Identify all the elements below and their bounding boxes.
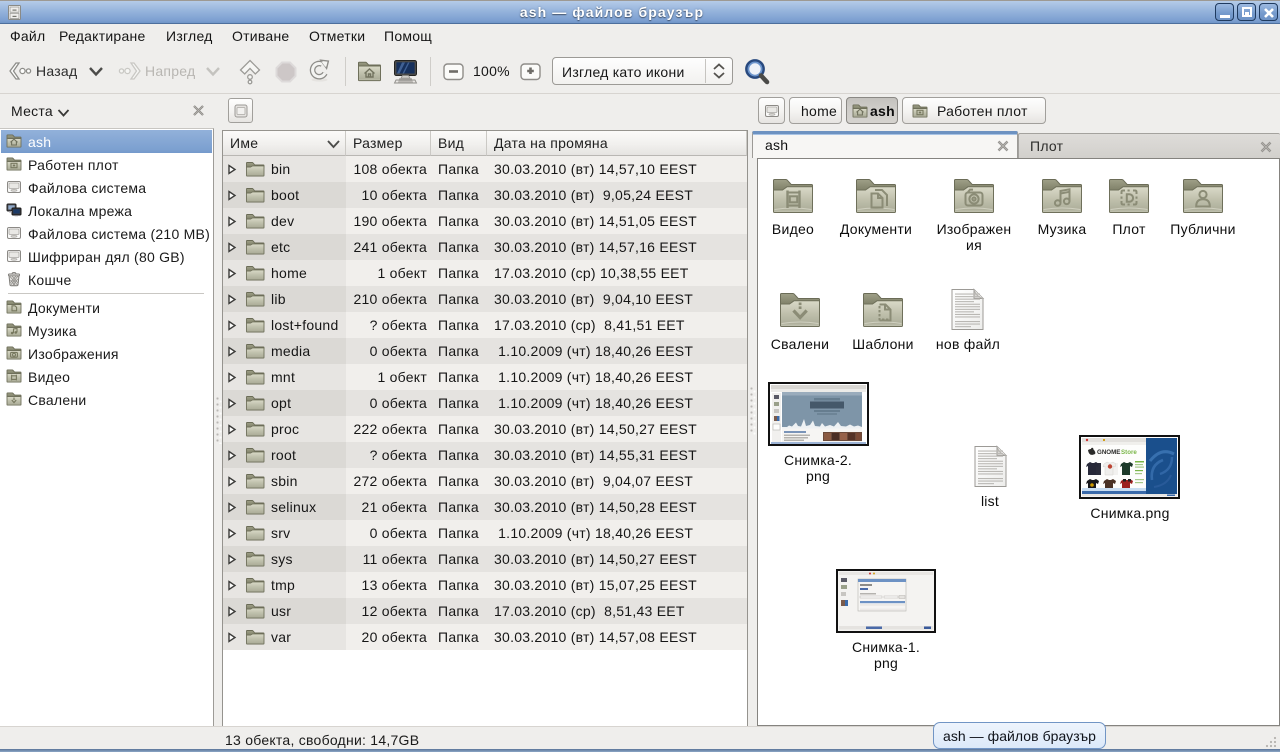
- svg-text:Store: Store: [1121, 449, 1137, 456]
- svg-text:GNOME: GNOME: [1097, 449, 1120, 456]
